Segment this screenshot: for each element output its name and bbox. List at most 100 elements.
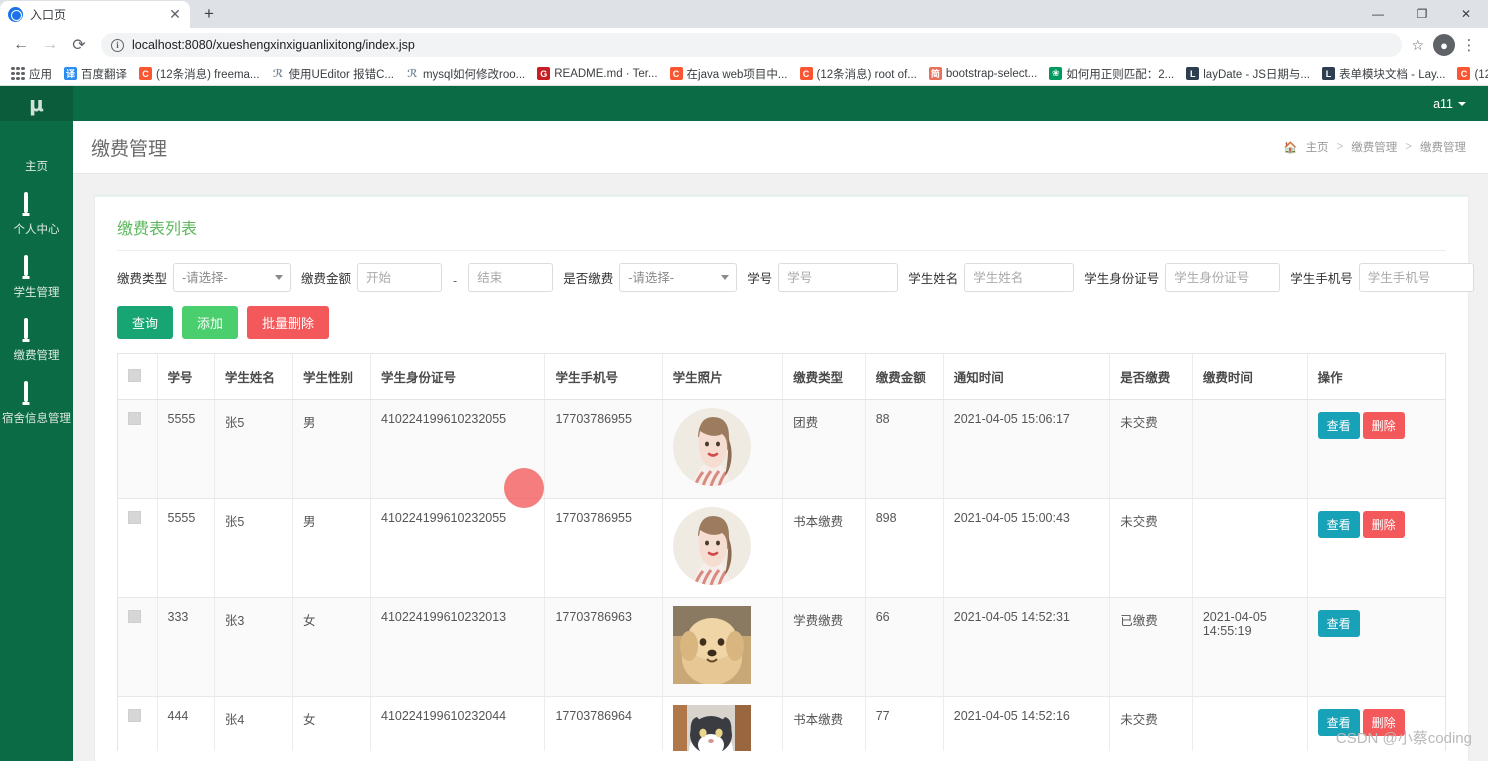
window-close-icon[interactable]: ✕ xyxy=(1444,0,1488,28)
bookmark-item[interactable]: C 在java web项目中... xyxy=(665,64,793,84)
apps-grid-icon xyxy=(11,67,25,80)
bookmark-label: 在java web项目中... xyxy=(686,68,788,81)
student-photo-image xyxy=(672,705,751,751)
table-column-header: 学生姓名 xyxy=(214,354,293,400)
bookmark-star-icon[interactable]: ☆ xyxy=(1411,37,1424,54)
table-column-header: 学生性别 xyxy=(292,354,372,400)
csdn-icon: C xyxy=(1457,67,1471,80)
amount-range-separator: - xyxy=(453,274,458,288)
cell-student-photo xyxy=(662,399,784,499)
sidebar-label-payment-management: 缴费管理 xyxy=(13,350,60,362)
filter-form: 缴费类型 -请选择- 缴费金额 - 是否 xyxy=(117,263,1474,292)
browser-tab[interactable]: 入口页 ✕ xyxy=(0,1,190,28)
app-logo[interactable]: μ xyxy=(0,86,73,121)
forward-icon[interactable]: → xyxy=(37,32,63,58)
info-icon[interactable]: i xyxy=(111,38,124,52)
row-view-button[interactable]: 查看 xyxy=(1317,511,1360,538)
cell-student-name: 张5 xyxy=(214,399,293,499)
bookmark-label: 表单模块文档 - Lay... xyxy=(1338,68,1446,81)
input-student-no[interactable] xyxy=(778,263,899,292)
filter-is-paid: 是否缴费 -请选择- xyxy=(563,263,738,292)
bookmark-item[interactable]: C(12条消息) 关于lay... xyxy=(1452,64,1488,84)
bookmark-item[interactable]: 应用 xyxy=(6,64,57,84)
row-checkbox[interactable] xyxy=(128,610,141,623)
table-column-header: 操作 xyxy=(1307,354,1445,400)
sidebar-item-student-management[interactable]: 学生管理 xyxy=(0,247,73,310)
bookmark-label: (12条消息) freema... xyxy=(156,68,260,81)
maximize-icon[interactable]: ❐ xyxy=(1400,0,1444,28)
row-delete-button[interactable]: 删除 xyxy=(1362,412,1405,439)
new-tab-button[interactable]: + xyxy=(196,1,222,27)
query-button[interactable]: 查询 xyxy=(117,306,174,339)
cell-notify-time: 2021-04-05 15:06:17 xyxy=(943,399,1111,499)
cell-student-name: 张4 xyxy=(214,696,293,751)
jianshu-icon: 简 xyxy=(928,67,942,80)
table-column-header: 缴费类型 xyxy=(782,354,866,400)
close-icon[interactable]: ✕ xyxy=(168,6,182,23)
row-view-button[interactable]: 查看 xyxy=(1317,412,1360,439)
bookmark-item[interactable]: L 表单模块文档 - Lay... xyxy=(1317,64,1451,84)
reload-icon[interactable]: ⟳ xyxy=(66,32,92,58)
layui-icon: L xyxy=(1186,67,1200,80)
back-icon[interactable]: ← xyxy=(8,32,34,58)
input-amount-start[interactable] xyxy=(357,263,443,292)
bookmark-item[interactable]: LlayDate - JS日期与... xyxy=(1181,64,1315,84)
select-fee-type[interactable]: -请选择- xyxy=(173,263,292,292)
browser-toolbar: ← → ⟳ i localhost:8080/xueshengxinxiguan… xyxy=(0,28,1488,62)
address-bar[interactable]: i localhost:8080/xueshengxinxiguanlixito… xyxy=(101,33,1403,57)
cell-is-paid: 已缴费 xyxy=(1109,597,1193,697)
cell-is-paid: 未交费 xyxy=(1109,498,1193,598)
breadcrumb-level2[interactable]: 缴费管理 xyxy=(1351,139,1397,155)
label-student-name: 学生姓名 xyxy=(908,272,959,286)
globe-icon xyxy=(8,7,23,22)
bookmark-item[interactable]: G README.md · Ter... xyxy=(532,64,662,84)
cell-notify-time: 2021-04-05 15:00:43 xyxy=(943,498,1111,598)
row-checkbox[interactable] xyxy=(128,511,141,524)
input-amount-end[interactable] xyxy=(468,263,554,292)
input-student-phone[interactable] xyxy=(1358,263,1474,292)
bookmark-item[interactable]: ℛmysql如何修改roo... xyxy=(401,64,530,84)
bookmark-item[interactable]: 译百度翻译 xyxy=(59,64,132,84)
select-all-checkbox[interactable] xyxy=(128,368,141,382)
table-column-header: 是否缴费 xyxy=(1109,354,1193,400)
row-view-button[interactable]: 查看 xyxy=(1317,610,1360,637)
bookmark-label: (12条消息) root of... xyxy=(816,68,917,81)
select-is-paid[interactable]: -请选择- xyxy=(619,263,738,292)
cell-pay-time xyxy=(1192,399,1308,499)
bookmark-label: mysql如何修改roo... xyxy=(422,68,526,81)
breadcrumb-home[interactable]: 主页 xyxy=(1306,139,1329,155)
input-student-idcard[interactable] xyxy=(1165,263,1281,292)
add-button[interactable]: 添加 xyxy=(182,306,239,339)
monitor-icon xyxy=(23,318,50,342)
script-icon: ℛ xyxy=(272,68,284,80)
minimize-icon[interactable]: — xyxy=(1356,0,1400,28)
cell-actions: 查看 删除 xyxy=(1307,399,1445,499)
input-student-name[interactable] xyxy=(964,263,1075,292)
cell-fee-amount: 66 xyxy=(865,597,944,697)
monitor-icon xyxy=(23,381,50,405)
table-header-row: 学号 学生姓名 学生性别 学生身份证号 学生手机号 学生照片 缴费类型 缴费金额 通知时间 是否缴… xyxy=(118,354,1445,400)
bookmark-item[interactable]: ❀ 如何用正则匹配：2... xyxy=(1044,64,1179,84)
row-select-cell xyxy=(118,498,158,598)
profile-avatar-icon[interactable]: ● xyxy=(1433,34,1455,56)
dashboard-icon xyxy=(16,123,50,153)
batch-delete-button[interactable]: 批量删除 xyxy=(247,306,330,339)
row-delete-button[interactable]: 删除 xyxy=(1362,511,1405,538)
cell-student-gender: 女 xyxy=(292,696,372,751)
student-photo-image xyxy=(672,408,751,486)
bookmark-item[interactable]: C (12条消息) root of... xyxy=(795,64,922,84)
row-checkbox[interactable] xyxy=(128,412,141,425)
sidebar-item-personal-center[interactable]: 个人中心 xyxy=(0,184,73,247)
row-checkbox[interactable] xyxy=(128,709,141,722)
user-name: a11 xyxy=(1433,96,1453,111)
bookmark-item[interactable]: ℛ 使用UEditor 报错C... xyxy=(267,64,399,84)
bookmark-item[interactable]: C (12条消息) freema... xyxy=(134,64,265,84)
user-menu[interactable]: a11 xyxy=(1433,97,1466,111)
menu-icon[interactable]: ⋮ xyxy=(1458,36,1480,54)
sidebar-item-home[interactable]: 主页 xyxy=(0,121,73,184)
sidebar-item-payment-management[interactable]: 缴费管理 xyxy=(0,310,73,373)
bookmark-item[interactable]: 简 bootstrap-select... xyxy=(924,64,1042,84)
cell-fee-amount: 88 xyxy=(865,399,944,499)
cell-notify-time: 2021-04-05 14:52:16 xyxy=(943,696,1111,751)
sidebar-item-dorm-management[interactable]: 宿舍信息管理 xyxy=(0,373,73,436)
